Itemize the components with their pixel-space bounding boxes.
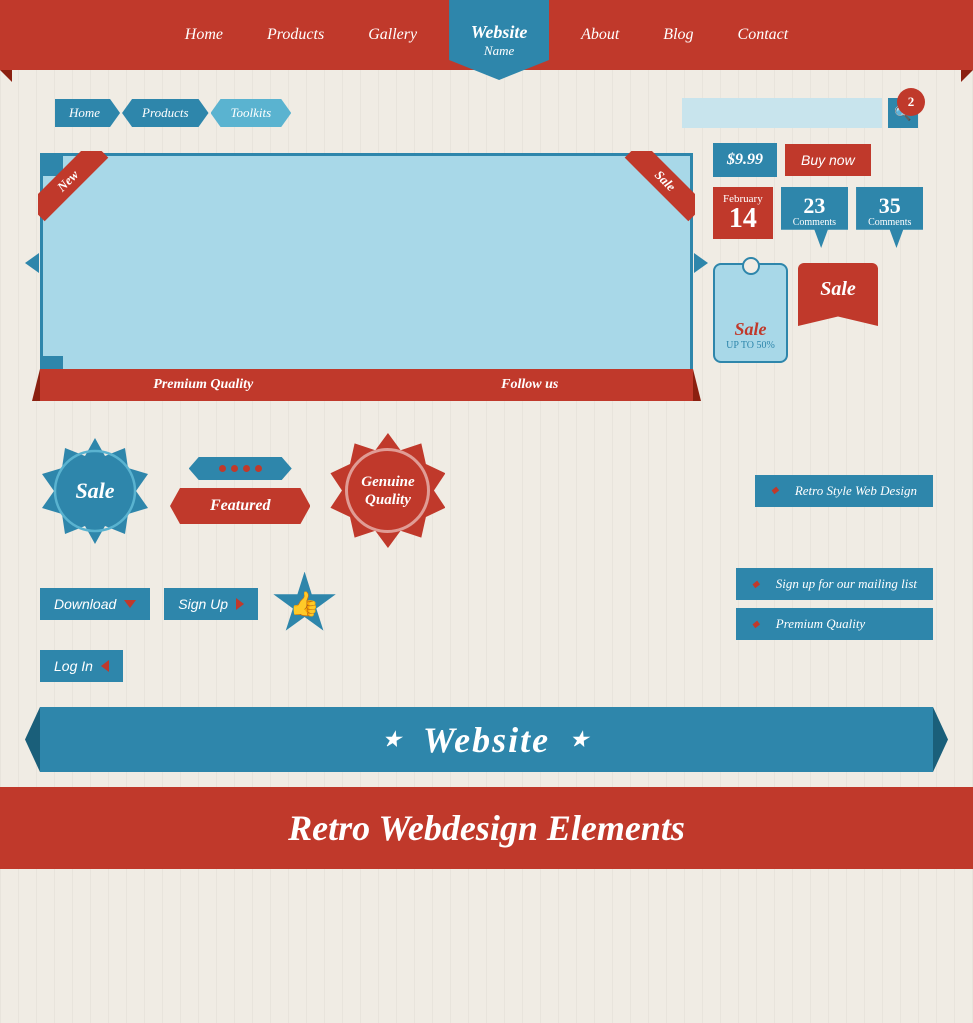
bc-toolkits[interactable]: Toolkits [211,99,292,127]
panel-prev[interactable] [25,253,39,273]
featured-ribbon-wrap: Featured [170,457,310,524]
date-comments-row: February 14 23 Comments 35 Comments [713,187,933,248]
right-panel: $9.99 Buy now February 14 23 Comments 35… [713,143,933,383]
hanger-tag: Sale UP TO 50% [713,263,788,363]
buy-button[interactable]: Buy now [785,144,871,176]
sale-badge-wrap: Sale [40,436,150,546]
ribbon-follow: Follow us [367,369,694,401]
panel-box: New Sale [40,153,693,373]
dots-ribbon [189,457,292,480]
nav-products[interactable]: Products [245,26,346,44]
breadcrumb-row: Home Products Toolkits 🔍 [0,80,973,138]
hanger-sale-row: Sale UP TO 50% Sale [713,263,933,363]
ribbon-premium: Premium Quality [40,369,367,401]
logo-line1: Website [471,22,528,43]
price-tag: $9.99 [713,143,777,177]
price-row: $9.99 Buy now [713,143,933,177]
star-deco-right: ★ [570,727,590,752]
breadcrumb: Home Products Toolkits [55,99,293,127]
genuine-seal: Genuine Quality [330,433,445,548]
sale-bookmark: Sale [798,263,878,326]
ribbon-new: New [38,151,118,231]
right-arrow-labels: Sign up for our mailing list Premium Qua… [736,568,933,640]
chevron-right-icon [236,598,244,610]
mailing-label: Sign up for our mailing list [736,568,933,600]
bc-products[interactable]: Products [122,99,208,127]
content-area: New Sale Premium Quality Follow us $9.99 [0,143,973,383]
dot-4 [255,465,262,472]
comment-bubble-1: 23 Comments [781,187,848,248]
premium-quality-label: Premium Quality [736,608,933,640]
dot-1 [219,465,226,472]
nav-home[interactable]: Home [163,26,245,44]
arrow-labels: Retro Style Web Design [755,475,933,507]
nav-gallery[interactable]: Gallery [346,26,439,44]
website-banner: ★ Website ★ [40,707,933,772]
featured-ribbon: Featured [170,488,310,524]
comment-bubble-2: 35 Comments [856,187,923,248]
ribbon-sale: Sale [615,151,695,231]
nav-about[interactable]: About [559,26,641,44]
chevron-left-icon [101,660,109,672]
date-day: 14 [723,205,763,233]
logo-line2: Name [484,43,514,59]
footer: Retro Webdesign Elements [0,787,973,869]
search-input[interactable] [682,98,882,128]
login-button[interactable]: Log In [40,650,123,682]
panel-next[interactable] [694,253,708,273]
footer-title: Retro Webdesign Elements [40,807,933,849]
hanger-hole [742,257,760,275]
star-deco-left: ★ [383,727,403,752]
chevron-down-icon [124,600,136,608]
buttons-row: Download Sign Up 👍 Sign up for our maili… [0,558,973,650]
dot-2 [231,465,238,472]
genuine-outer: Genuine Quality [330,433,445,548]
retro-style-label: Retro Style Web Design [755,475,933,507]
star-thumb-icon: 👍 [272,572,337,637]
starburst-text: Sale [75,478,114,504]
search-bar: 🔍 [682,98,918,128]
elements-row: Sale Featured Genuine Quality [0,383,973,558]
dot-3 [243,465,250,472]
genuine-inner: Genuine Quality [345,448,430,533]
website-banner-text: ★ Website ★ [383,719,590,761]
signup-button[interactable]: Sign Up [164,588,258,620]
left-panel: New Sale Premium Quality Follow us [40,143,693,383]
hanger-sale-text: Sale [734,319,766,340]
nav-blog[interactable]: Blog [641,26,715,44]
panel-content [43,156,690,356]
date-block: February 14 [713,187,773,239]
login-row: Log In [0,650,973,692]
hanger-sub-text: UP TO 50% [726,340,775,351]
bc-home[interactable]: Home [55,99,120,127]
nav-logo: Website Name [449,0,549,80]
panel-bottom-ribbons: Premium Quality Follow us [40,369,693,401]
comment-row: 23 Comments 35 Comments [781,187,924,248]
notification-badge: 2 [897,88,925,116]
nav-contact[interactable]: Contact [716,26,811,44]
nav-ribbon: Home Products Gallery Website Name About… [0,0,973,70]
nav-items: Home Products Gallery Website Name About… [0,0,973,80]
download-button[interactable]: Download [40,588,150,620]
